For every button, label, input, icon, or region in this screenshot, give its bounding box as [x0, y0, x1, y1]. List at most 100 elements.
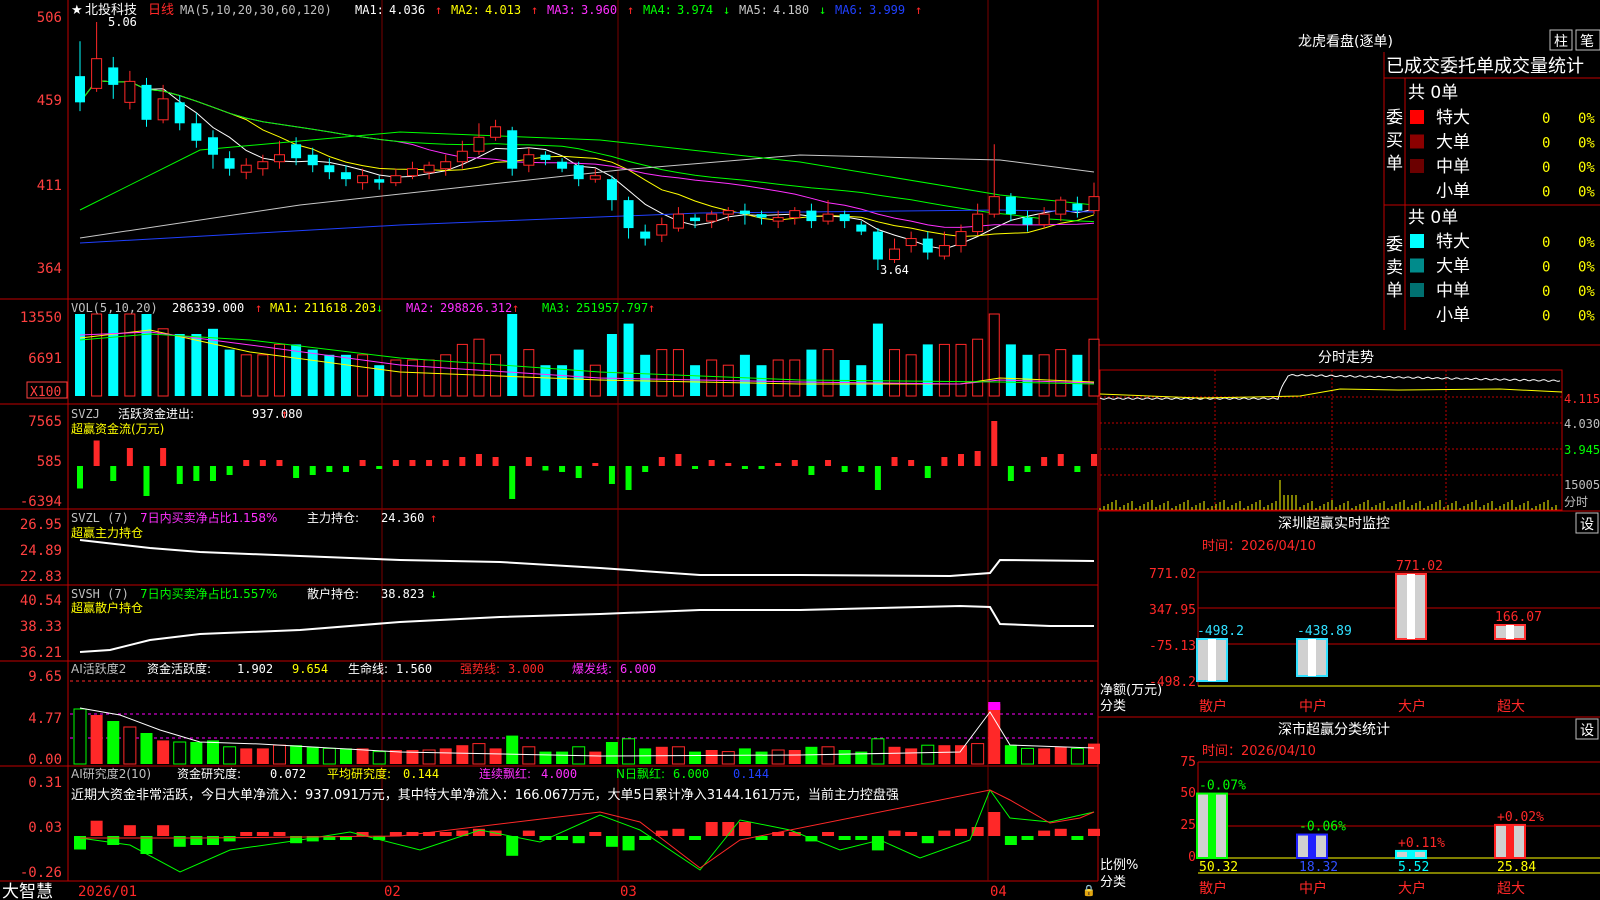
classify-tick: 75	[1180, 755, 1196, 770]
svzj-bar	[293, 466, 300, 478]
classify-time: 时间：2026/04/10	[1202, 744, 1316, 759]
vol-bar	[1005, 344, 1016, 396]
svzj-bar	[542, 466, 549, 471]
ai-active-bar	[738, 748, 751, 764]
vol-bar	[706, 359, 718, 397]
ai-research-bar	[123, 825, 136, 836]
svzj-bar	[924, 466, 931, 478]
ai-research-bar	[921, 836, 934, 844]
order-size-count: 0	[1542, 284, 1550, 300]
classify-category: 散户	[1199, 880, 1227, 897]
ai-research-bar	[871, 836, 884, 851]
classify-settings-button[interactable]: 设	[1580, 723, 1594, 739]
ai-active-value5: 6.000	[620, 662, 656, 676]
svzl-tick: 24.89	[20, 543, 62, 559]
candle-body	[722, 210, 734, 215]
svzj-bar	[592, 463, 599, 466]
svzj-bar	[525, 457, 532, 466]
ai-research-bar	[273, 832, 286, 836]
ma-param: MA(5,10,20,30,60,120)	[180, 3, 332, 17]
ai-research-bar	[1071, 836, 1084, 840]
ai-research-bar	[556, 836, 569, 840]
ma-arrow: ↓	[723, 3, 730, 17]
order-size-pct: 0%	[1578, 136, 1595, 152]
ai-active-bar	[206, 740, 219, 764]
vol-bar	[889, 349, 901, 397]
svzj-tick: 585	[37, 454, 62, 470]
ai-active-peak	[988, 702, 1001, 710]
candle-body	[1005, 196, 1016, 215]
buy-total: 共 0单	[1408, 83, 1458, 103]
ai-active-bar	[955, 745, 968, 764]
ma-label: MA6:	[835, 3, 864, 17]
svzj-bar	[475, 454, 482, 466]
ai-active-bar	[339, 748, 352, 764]
candle-body	[324, 165, 335, 173]
order-size-label: 大单	[1436, 257, 1470, 277]
ma-label: MA2:	[451, 3, 480, 17]
date-label: 03	[620, 884, 637, 900]
classify-bar-highlight	[1506, 824, 1514, 858]
ai-active-bar	[821, 746, 835, 765]
date-label: 02	[384, 884, 401, 900]
ai-research-bar	[738, 822, 751, 836]
ai-research-label3: 连续飘红:	[479, 766, 531, 781]
lock-icon[interactable]: 🔒	[1082, 884, 1096, 897]
ai-research-bar	[905, 832, 918, 836]
monitor-bar-label: 166.07	[1495, 610, 1542, 625]
vol-bar	[1072, 354, 1083, 396]
ai-active-bar	[190, 742, 203, 764]
candle-body	[91, 58, 103, 89]
candle-body	[1055, 199, 1067, 215]
candle-body	[124, 80, 136, 103]
favorite-star-icon[interactable]: ★	[71, 3, 83, 18]
svsh-desc: 7日内买卖净占比1.557%	[140, 586, 277, 601]
svzl-desc: 7日内买卖净占比1.158%	[140, 510, 277, 525]
svsh-tick: 36.21	[20, 645, 62, 661]
ai-active-bar	[938, 745, 951, 764]
candle-body	[922, 238, 933, 253]
classify-value-label: 5.52	[1398, 860, 1429, 875]
svsh-tick: 40.54	[20, 593, 62, 609]
candle-body	[174, 102, 185, 124]
vol-bar	[307, 349, 318, 396]
intraday-vol-tick: 15005	[1564, 478, 1600, 492]
candle-body	[905, 238, 917, 247]
price-tick: 459	[37, 93, 62, 109]
order-size-count: 0	[1542, 136, 1550, 152]
bi-button[interactable]: 笔	[1580, 34, 1594, 50]
svzj-bar	[758, 466, 765, 469]
vol-bar	[789, 359, 801, 397]
ma-label: MA3:	[547, 3, 576, 17]
svzj-bar	[559, 466, 566, 472]
ai-active-bars	[70, 680, 1100, 765]
ma-arrow: ↑	[627, 3, 634, 17]
ai-research-bar	[672, 828, 685, 836]
zhu-button[interactable]: 柱	[1554, 34, 1568, 50]
classify-value-label: 25.84	[1497, 860, 1536, 875]
ai-active-bar	[605, 742, 618, 764]
candle-body	[938, 245, 950, 257]
period-label[interactable]: 日线	[148, 3, 174, 18]
svzj-bar	[1074, 466, 1081, 472]
ai-research-value2: 0.144	[403, 767, 439, 781]
ai-active-bar	[73, 708, 87, 765]
ai-research-bar	[256, 832, 269, 836]
monitor-settings-button[interactable]: 设	[1580, 517, 1594, 533]
ai-active-bar	[838, 750, 851, 764]
intraday-chart	[1099, 369, 1563, 511]
vol-bar	[905, 354, 917, 397]
ai-active-bar	[439, 748, 452, 764]
candle-body	[1038, 213, 1050, 226]
vol-tick: 6691	[28, 351, 62, 367]
candle-body	[589, 175, 601, 180]
candle-body	[224, 158, 235, 169]
ai-research-label2: 平均研究度:	[327, 766, 391, 781]
classify-value-label: 50.32	[1199, 860, 1238, 875]
ai-research-bar	[157, 825, 170, 836]
vol-bar	[1055, 349, 1067, 397]
high-label: 5.06	[108, 15, 137, 29]
ai-active-bar	[556, 751, 569, 764]
intraday-vol-unit: 分时	[1564, 495, 1588, 509]
ai-active-bar	[157, 740, 170, 764]
